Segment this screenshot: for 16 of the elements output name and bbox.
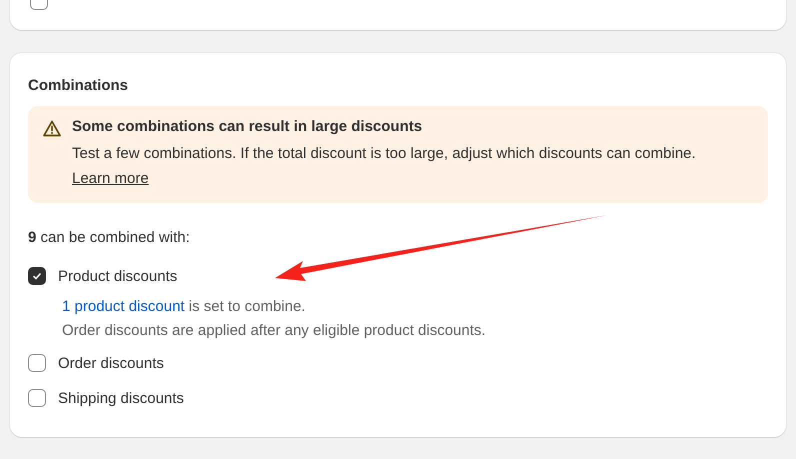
note-text: Order discounts are applied after any eligible product discounts. (62, 321, 487, 341)
warning-icon (42, 119, 62, 139)
combine-info-text: 1 product discount is set to combine. (62, 297, 306, 317)
learn-more-link[interactable]: Learn more (72, 170, 149, 187)
checkbox-label[interactable]: Order discounts (58, 354, 164, 372)
banner-text: Test a few combinations. If the total discount is too large, adjust which discounts can combine. Learn more (72, 144, 697, 189)
checkbox[interactable] (28, 267, 46, 285)
combine-count-text: 9 can be combined with: (28, 229, 191, 246)
section-title: Combinations (28, 77, 129, 94)
check-icon (32, 271, 42, 281)
banner-title: Some combinations can result in large discounts (72, 118, 424, 135)
checkbox-label[interactable]: Product discounts (58, 268, 178, 284)
product-discount-link[interactable]: 1 product discount (62, 298, 185, 315)
checkbox-label[interactable]: Shipping discounts (58, 390, 184, 406)
checkbox[interactable] (28, 354, 46, 372)
checkbox[interactable] (28, 389, 46, 407)
